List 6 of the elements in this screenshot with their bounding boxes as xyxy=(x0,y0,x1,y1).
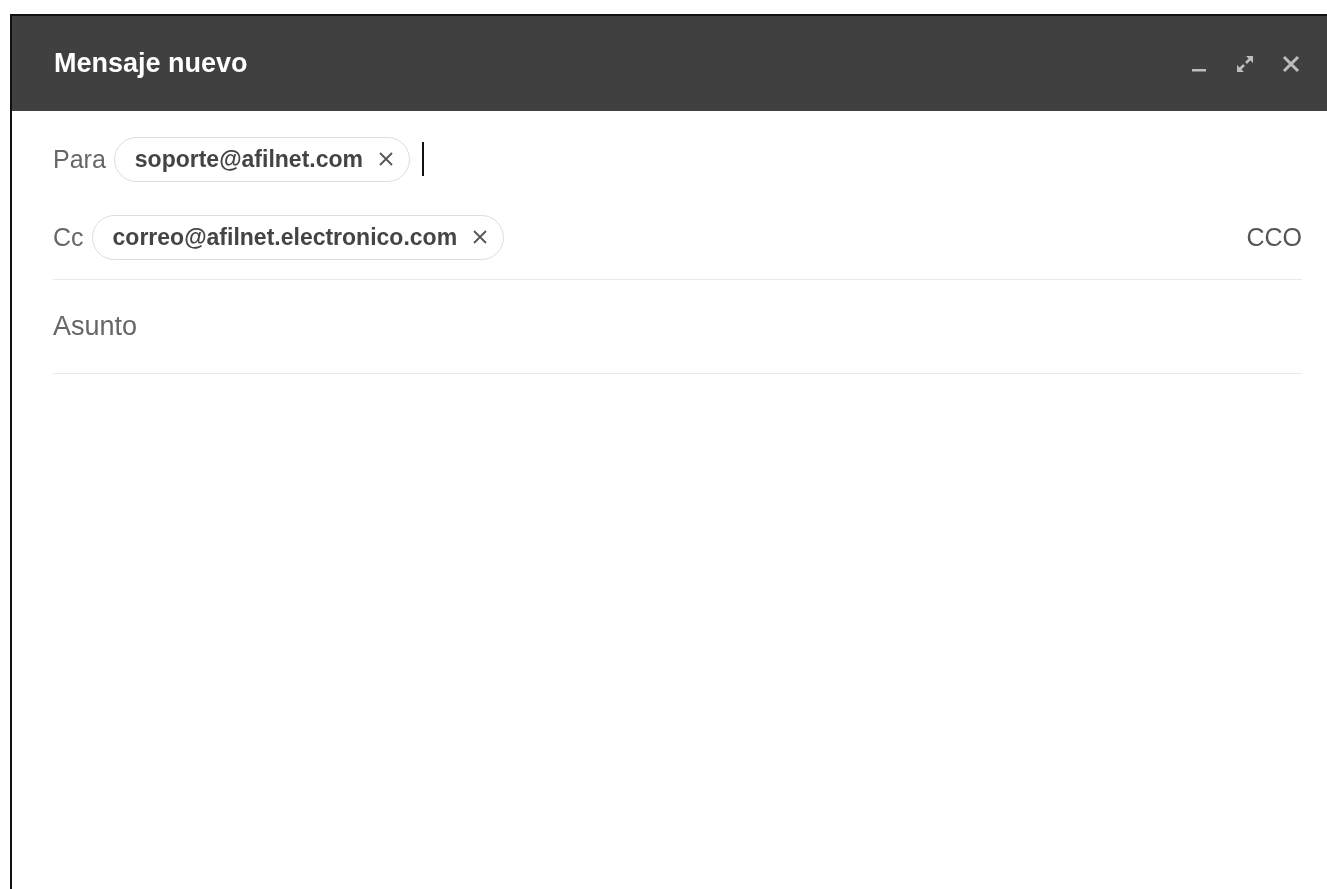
field-label: Para xyxy=(53,144,106,174)
bcc-link[interactable]: CCO xyxy=(1246,222,1302,252)
field-label: Cc xyxy=(53,222,84,252)
window-title: Mensaje nuevo xyxy=(54,48,249,79)
remove-icon[interactable] xyxy=(471,228,490,246)
remove-icon[interactable] xyxy=(377,150,395,168)
